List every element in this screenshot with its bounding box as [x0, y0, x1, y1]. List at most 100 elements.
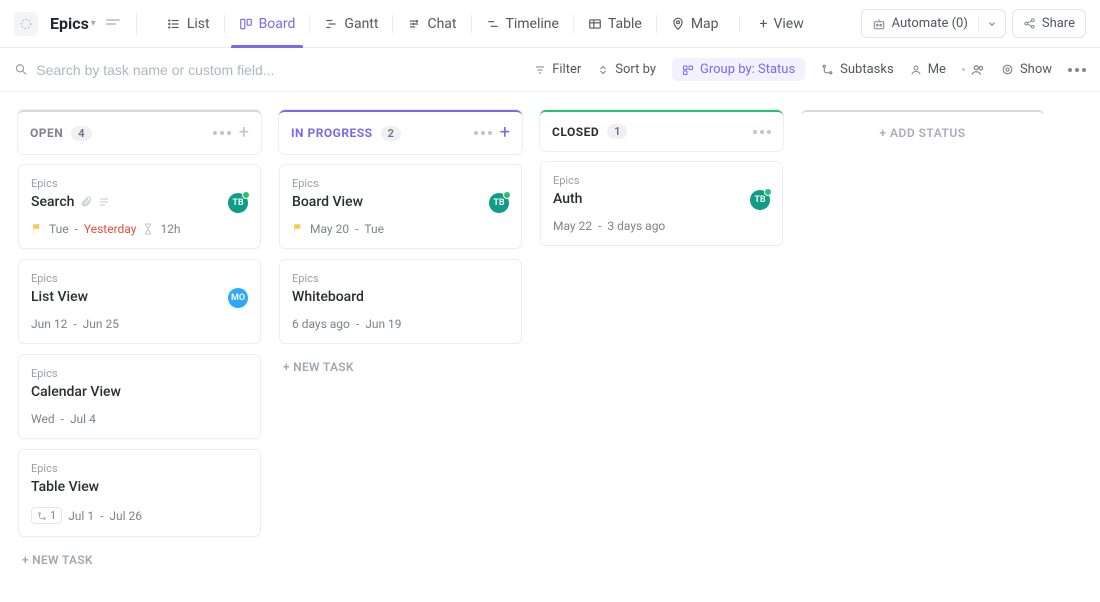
new-task-button[interactable]: + NEW TASK — [279, 354, 522, 380]
add-card-button[interactable]: + — [239, 124, 249, 142]
automate-dropdown[interactable] — [978, 17, 1005, 31]
flag-icon — [292, 223, 304, 235]
card-project: Epics — [292, 272, 509, 285]
filter-button[interactable]: Filter — [534, 62, 581, 77]
column-count: 4 — [71, 126, 91, 141]
board-icon — [239, 17, 253, 31]
hourglass-icon — [142, 223, 154, 235]
tab-map[interactable]: Map — [657, 0, 733, 48]
card-title: Table View — [31, 479, 99, 495]
gantt-icon — [324, 17, 338, 31]
add-card-button[interactable]: + — [500, 124, 510, 142]
column-count: 1 — [607, 124, 627, 139]
show-button[interactable]: Show — [1001, 62, 1052, 77]
tab-label: Chat — [427, 16, 456, 32]
task-card[interactable]: EpicsSearchTBTue-Yesterday12h — [18, 164, 261, 249]
add-view-label: View — [773, 16, 803, 32]
column-header[interactable]: OPEN4+ — [18, 110, 261, 154]
column-more-button[interactable] — [213, 131, 231, 135]
group-button[interactable]: Group by: Status — [672, 58, 805, 81]
page-title: Epics — [50, 14, 89, 33]
flag-icon — [31, 223, 43, 235]
card-title: Board View — [292, 194, 363, 210]
task-card[interactable]: EpicsList ViewMOJun 12-Jun 25 — [18, 259, 261, 344]
search-input[interactable] — [36, 62, 518, 78]
date-sep: - — [356, 317, 359, 331]
tab-label: Board — [259, 16, 296, 32]
card-project: Epics — [553, 174, 770, 187]
card-project: Epics — [31, 177, 248, 190]
end-date: Jul 26 — [109, 509, 142, 523]
top-bar: Epics ▾ List Board Gantt Chat TimelineTable M… — [0, 0, 1100, 48]
task-card[interactable]: EpicsTable View1Jul 1-Jul 26 — [18, 449, 261, 537]
plus-icon: + — [760, 16, 768, 32]
card-dates: 6 days ago-Jun 19 — [292, 317, 509, 331]
tab-list[interactable]: List — [153, 0, 224, 48]
card-title: List View — [31, 289, 88, 305]
group-label: Group by: Status — [700, 62, 795, 77]
breadcrumb-icon — [106, 19, 120, 29]
task-card[interactable]: EpicsAuthTBMay 22-3 days ago — [540, 161, 783, 246]
assignee-avatar[interactable]: MO — [228, 288, 248, 308]
add-status-button[interactable]: + ADD STATUS — [801, 110, 1044, 154]
time-estimate: 12h — [160, 222, 180, 236]
start-date: May 22 — [553, 219, 592, 233]
me-label: Me — [928, 62, 946, 77]
end-date: Yesterday — [84, 222, 137, 236]
subtasks-button[interactable]: Subtasks — [821, 62, 894, 77]
column-more-button[interactable] — [753, 130, 771, 134]
date-sep: - — [100, 509, 103, 523]
automate-button[interactable]: Automate (0) — [861, 9, 1006, 38]
card-title: Auth — [553, 191, 582, 207]
tab-board[interactable]: Board — [225, 0, 310, 48]
task-card[interactable]: Epics Whiteboard 6 days ago-Jun 19 — [279, 259, 522, 344]
card-dates: May 22-3 days ago — [553, 219, 770, 233]
online-dot-icon — [764, 188, 772, 196]
card-dates: 1Jul 1-Jul 26 — [31, 507, 248, 524]
tab-timeline[interactable]: Timeline — [472, 0, 573, 48]
column-open: OPEN4+EpicsSearchTBTue-Yesterday12hEpics… — [18, 110, 261, 573]
me-button[interactable]: Me — [910, 62, 946, 77]
start-date: Jun 12 — [31, 317, 67, 331]
sort-label: Sort by — [615, 62, 656, 77]
start-date: 6 days ago — [292, 317, 350, 331]
table-icon — [588, 17, 602, 31]
filter-icon — [534, 64, 546, 76]
card-title: Calendar View — [31, 384, 121, 400]
attachment-icon — [80, 196, 92, 208]
column-header[interactable]: CLOSED 1 — [540, 110, 783, 151]
subtasks-icon — [37, 511, 47, 521]
page-title-wrap[interactable]: Epics ▾ — [44, 14, 96, 33]
end-date: Jun 25 — [83, 317, 119, 331]
card-project: Epics — [31, 462, 248, 475]
card-dates: May 20-Tue — [292, 222, 509, 236]
start-date: May 20 — [310, 222, 349, 236]
column-count: 2 — [381, 126, 401, 141]
assignees-button[interactable] — [971, 63, 985, 77]
list-icon — [167, 17, 181, 31]
column-more-button[interactable] — [474, 131, 492, 135]
card-title: Whiteboard — [292, 289, 364, 305]
task-card[interactable]: EpicsCalendar ViewWed-Jul 4 — [18, 354, 261, 439]
task-card[interactable]: EpicsBoard ViewTBMay 20-Tue — [279, 164, 522, 249]
start-date: Wed — [31, 412, 55, 426]
tab-label: Map — [691, 16, 719, 32]
subtask-count[interactable]: 1 — [31, 507, 62, 524]
timeline-icon — [486, 17, 500, 31]
share-icon — [1023, 17, 1036, 30]
column-title: CLOSED — [552, 125, 599, 139]
date-sep: - — [355, 222, 358, 236]
list-type-icon[interactable] — [14, 12, 38, 36]
column-header[interactable]: IN PROGRESS2+ — [279, 110, 522, 154]
group-icon — [682, 64, 694, 76]
tab-table[interactable]: Table — [574, 0, 656, 48]
people-icon — [971, 63, 985, 77]
new-task-button[interactable]: + NEW TASK — [18, 547, 261, 573]
more-button[interactable] — [1068, 68, 1086, 72]
tab-chat[interactable]: Chat — [393, 0, 470, 48]
add-view-button[interactable]: + View — [746, 0, 818, 48]
tab-gantt[interactable]: Gantt — [310, 0, 392, 48]
chat-icon — [407, 17, 421, 31]
sort-button[interactable]: Sort by — [597, 62, 656, 77]
share-button[interactable]: Share — [1012, 9, 1086, 38]
